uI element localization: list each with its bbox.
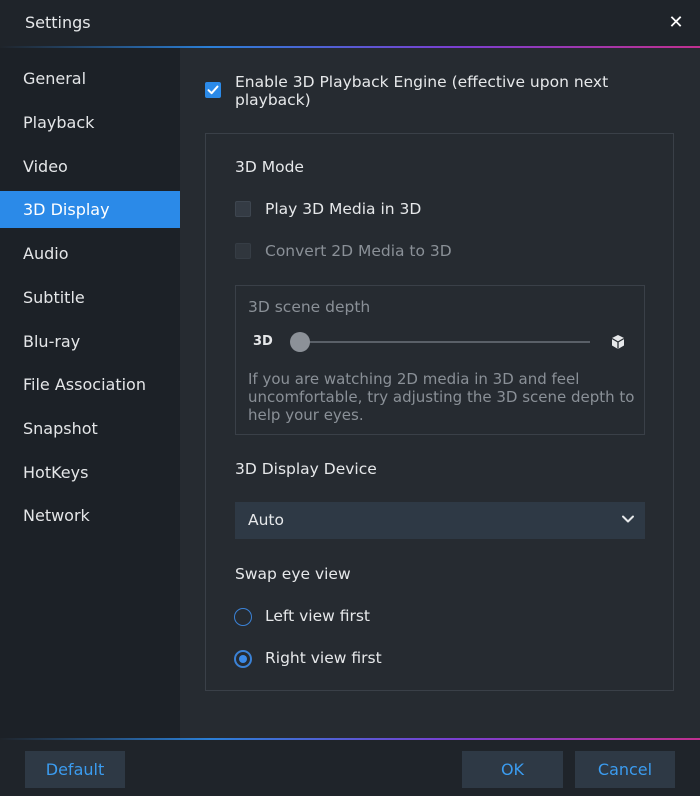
right-view-first-label: Right view first bbox=[265, 649, 382, 667]
sidebar-item-blu-ray[interactable]: Blu-ray bbox=[0, 323, 180, 360]
check-icon bbox=[207, 85, 219, 95]
cancel-button[interactable]: Cancel bbox=[575, 751, 675, 788]
sidebar-item-hotkeys[interactable]: HotKeys bbox=[0, 454, 180, 491]
sidebar-item-snapshot[interactable]: Snapshot bbox=[0, 410, 180, 447]
display-device-value: Auto bbox=[248, 511, 284, 529]
cube-icon bbox=[611, 335, 625, 349]
slider-3d-label: 3D bbox=[253, 334, 273, 349]
settings-panel: Enable 3D Playback Engine (effective upo… bbox=[180, 48, 700, 738]
sidebar-item-subtitle[interactable]: Subtitle bbox=[0, 279, 180, 316]
scene-depth-heading: 3D scene depth bbox=[248, 298, 371, 316]
display-device-heading: 3D Display Device bbox=[235, 460, 377, 478]
convert-2d-to-3d-label: Convert 2D Media to 3D bbox=[265, 242, 452, 260]
scene-depth-slider-thumb[interactable] bbox=[290, 332, 310, 352]
enable-3d-engine-label-line2: playback) bbox=[235, 91, 311, 109]
sidebar-item-network[interactable]: Network bbox=[0, 497, 180, 534]
sidebar-item-file-association[interactable]: File Association bbox=[0, 366, 180, 403]
left-view-first-label: Left view first bbox=[265, 607, 370, 625]
sidebar-item-general[interactable]: General bbox=[0, 60, 180, 97]
ok-button[interactable]: OK bbox=[462, 751, 563, 788]
convert-2d-to-3d-checkbox[interactable] bbox=[235, 243, 251, 259]
sidebar-item-3d-display[interactable]: 3D Display bbox=[0, 191, 180, 228]
swap-eye-heading: Swap eye view bbox=[235, 565, 351, 583]
sidebar: General Playback Video 3D Display Audio … bbox=[0, 48, 180, 738]
enable-3d-engine-checkbox[interactable] bbox=[205, 82, 221, 98]
left-view-first-radio[interactable] bbox=[234, 608, 252, 626]
sidebar-item-video[interactable]: Video bbox=[0, 148, 180, 185]
sidebar-item-audio[interactable]: Audio bbox=[0, 235, 180, 272]
enable-3d-engine-label-line1: Enable 3D Playback Engine (effective upo… bbox=[235, 73, 609, 91]
default-button[interactable]: Default bbox=[25, 751, 125, 788]
title-bar: Settings ✕ bbox=[0, 0, 700, 46]
chevron-down-icon bbox=[622, 515, 634, 523]
right-view-first-radio[interactable] bbox=[234, 650, 252, 668]
footer: Default OK Cancel bbox=[0, 740, 700, 796]
play-3d-in-3d-checkbox[interactable] bbox=[235, 201, 251, 217]
scene-depth-hint: If you are watching 2D media in 3D and f… bbox=[248, 370, 635, 424]
scene-depth-slider-track[interactable] bbox=[300, 341, 590, 343]
display-device-select[interactable]: Auto bbox=[235, 502, 645, 539]
sidebar-item-playback[interactable]: Playback bbox=[0, 104, 180, 141]
play-3d-in-3d-label: Play 3D Media in 3D bbox=[265, 200, 422, 218]
window-title: Settings bbox=[25, 13, 91, 32]
close-icon[interactable]: ✕ bbox=[664, 11, 688, 35]
3d-mode-heading: 3D Mode bbox=[235, 158, 304, 176]
